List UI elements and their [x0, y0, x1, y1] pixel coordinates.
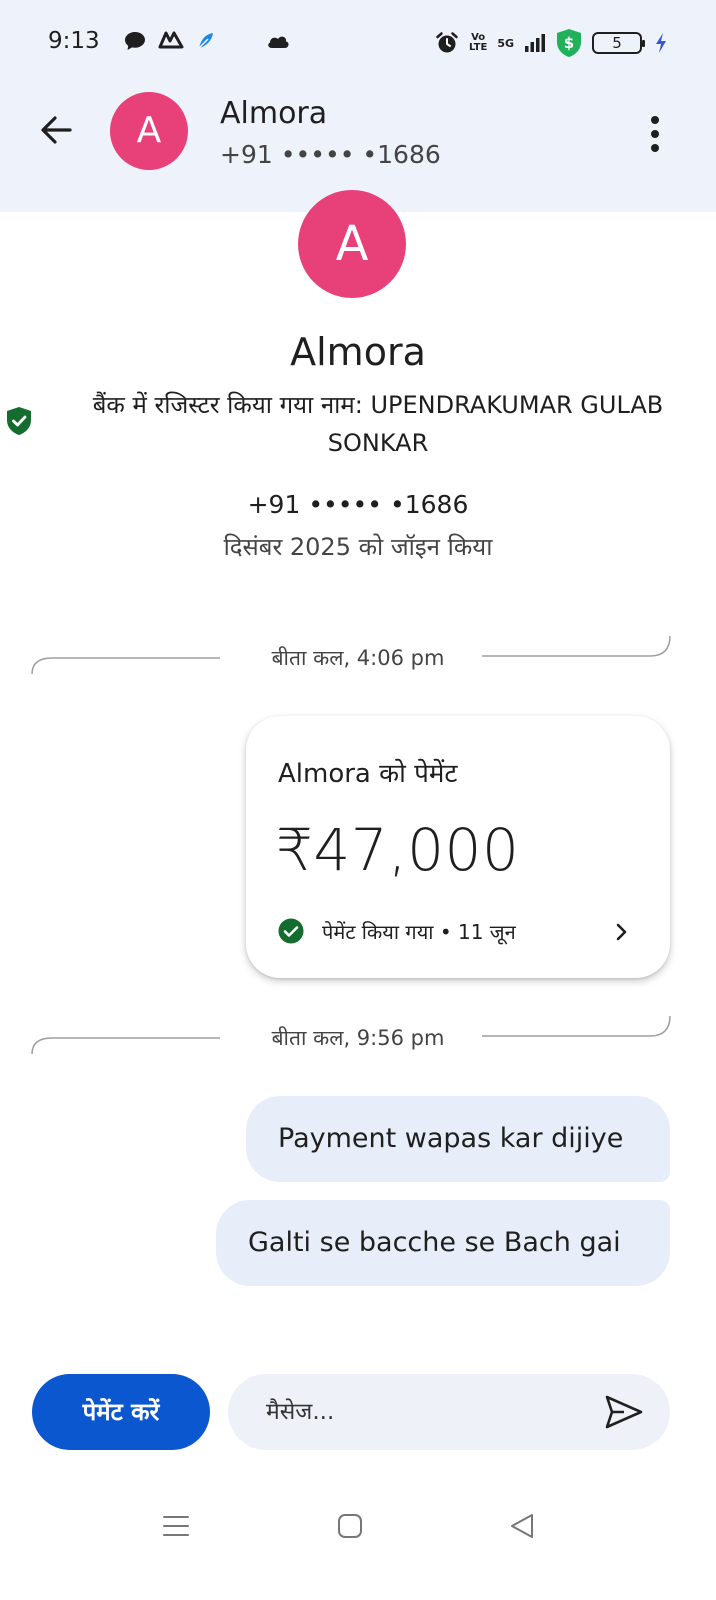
send-icon[interactable] — [604, 1394, 644, 1430]
payment-amount: ₹47,000 — [276, 816, 520, 884]
app-notification-icon — [158, 31, 184, 49]
date-divider-line-right — [482, 1015, 671, 1037]
more-options-icon[interactable] — [646, 114, 664, 154]
cloud-icon — [267, 36, 289, 48]
message-input[interactable] — [264, 1374, 584, 1450]
message-composer — [228, 1374, 670, 1450]
system-icons: Vo LTE 5G $ 5 — [435, 28, 668, 58]
payment-status: पेमेंट किया गया • 11 जून — [322, 920, 516, 944]
verified-shield-icon — [7, 407, 31, 435]
volte-indicator: Vo LTE — [468, 32, 488, 53]
profile-name: Almora — [290, 330, 426, 374]
profile-avatar: A — [298, 190, 406, 298]
charging-bolt-icon — [656, 33, 666, 53]
recent-apps-icon[interactable] — [162, 1512, 190, 1540]
header-avatar[interactable]: A — [110, 92, 188, 170]
chevron-right-icon[interactable] — [612, 920, 632, 944]
message-bubble[interactable]: Payment wapas kar dijiye — [246, 1096, 670, 1182]
status-bar: 9:13 Vo LTE 5G $ 5 — [0, 0, 716, 82]
network-type: 5G — [497, 36, 514, 50]
battery-icon: 5 — [592, 32, 645, 54]
chat-bubble-icon — [124, 32, 145, 50]
notification-icons — [124, 31, 216, 51]
payment-card-title: Almora को पेमेंट — [278, 759, 458, 789]
feather-icon — [198, 33, 213, 49]
header-contact-phone: +91 ••••• •1686 — [220, 140, 441, 169]
check-circle-icon — [278, 918, 304, 944]
message-bubble[interactable]: Galti se bacche se Bach gai — [216, 1200, 670, 1286]
back-triangle-icon[interactable] — [508, 1512, 536, 1540]
payment-card[interactable]: Almora को पेमेंट ₹47,000 पेमेंट किया गया… — [246, 716, 670, 978]
alarm-icon — [436, 32, 458, 53]
make-payment-button[interactable]: पेमेंट करें — [32, 1374, 210, 1450]
security-shield-icon: $ — [557, 29, 581, 57]
bank-registered-name: बैंक में रजिस्टर किया गया नाम: UPENDRAKU… — [92, 391, 664, 457]
date-divider-line-right — [482, 635, 671, 657]
svg-text:$: $ — [564, 34, 574, 52]
status-time: 9:13 — [48, 28, 100, 54]
header-contact-name[interactable]: Almora — [220, 96, 327, 131]
signal-icon — [525, 34, 545, 52]
back-arrow-icon[interactable] — [36, 110, 76, 150]
system-navigation-bar — [0, 1490, 716, 1570]
home-icon[interactable] — [336, 1512, 364, 1540]
joined-date: दिसंबर 2025 को जॉइन किया — [223, 533, 493, 561]
profile-phone: +91 ••••• •1686 — [247, 490, 469, 519]
